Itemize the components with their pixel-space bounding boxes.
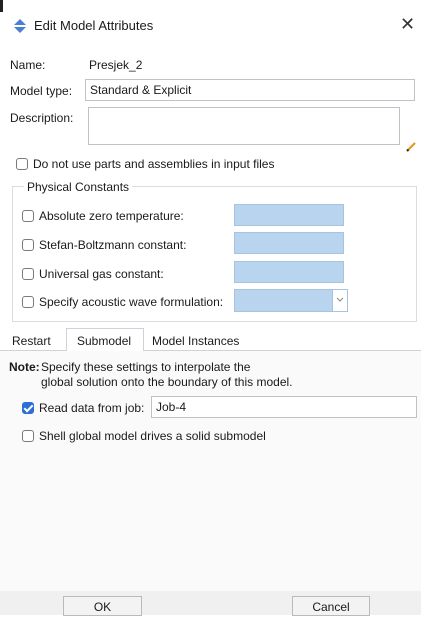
pencil-icon[interactable]	[405, 141, 417, 153]
physical-constants-title: Physical Constants	[24, 180, 133, 194]
description-label: Description:	[10, 111, 74, 125]
tab-model-instances[interactable]: Model Instances	[152, 334, 239, 348]
no-parts-checkbox[interactable]	[16, 158, 28, 170]
universal-gas-input	[234, 261, 344, 283]
tab-submodel[interactable]: Submodel	[66, 328, 144, 352]
chevron-down-icon	[336, 297, 344, 302]
acoustic-wave-label: Specify acoustic wave formulation:	[39, 295, 224, 309]
model-type-label: Model type:	[10, 84, 73, 98]
read-data-input[interactable]: Job-4	[151, 396, 417, 418]
acoustic-wave-select	[234, 289, 348, 312]
model-type-value: Standard & Explicit	[90, 83, 192, 97]
absolute-zero-label: Absolute zero temperature:	[39, 209, 184, 223]
acoustic-wave-checkbox[interactable]	[22, 296, 34, 308]
note-line1: Specify these settings to interpolate th…	[41, 360, 251, 374]
read-data-value: Job-4	[156, 400, 187, 414]
stefan-boltzmann-label: Stefan-Boltzmann constant:	[39, 238, 187, 252]
tab-submodel-label: Submodel	[77, 334, 132, 348]
model-type-field: Standard & Explicit	[85, 79, 415, 101]
tab-restart[interactable]: Restart	[12, 334, 51, 348]
window-corner-mark	[0, 0, 3, 12]
stefan-boltzmann-input	[234, 232, 344, 254]
name-label: Name:	[10, 58, 46, 72]
universal-gas-checkbox[interactable]	[22, 268, 34, 280]
window-title: Edit Model Attributes	[34, 18, 154, 33]
cancel-button[interactable]: Cancel	[292, 596, 370, 616]
move-arrows-icon	[14, 19, 26, 33]
ok-button[interactable]: OK	[63, 596, 142, 616]
absolute-zero-checkbox[interactable]	[22, 210, 34, 222]
read-data-checkbox[interactable]	[22, 402, 34, 414]
note-label: Note:	[9, 360, 40, 374]
note-line2: global solution onto the boundary of thi…	[41, 375, 293, 389]
close-icon[interactable]: ✕	[400, 15, 415, 33]
shell-global-checkbox[interactable]	[22, 430, 34, 442]
read-data-label: Read data from job:	[39, 401, 145, 415]
shell-global-label: Shell global model drives a solid submod…	[39, 429, 266, 443]
universal-gas-label: Universal gas constant:	[39, 267, 164, 281]
description-input[interactable]	[88, 107, 400, 145]
name-value: Presjek_2	[89, 58, 143, 72]
absolute-zero-input	[234, 204, 344, 226]
no-parts-label: Do not use parts and assemblies in input…	[33, 157, 275, 171]
dropdown-button	[332, 290, 347, 311]
stefan-boltzmann-checkbox[interactable]	[22, 239, 34, 251]
